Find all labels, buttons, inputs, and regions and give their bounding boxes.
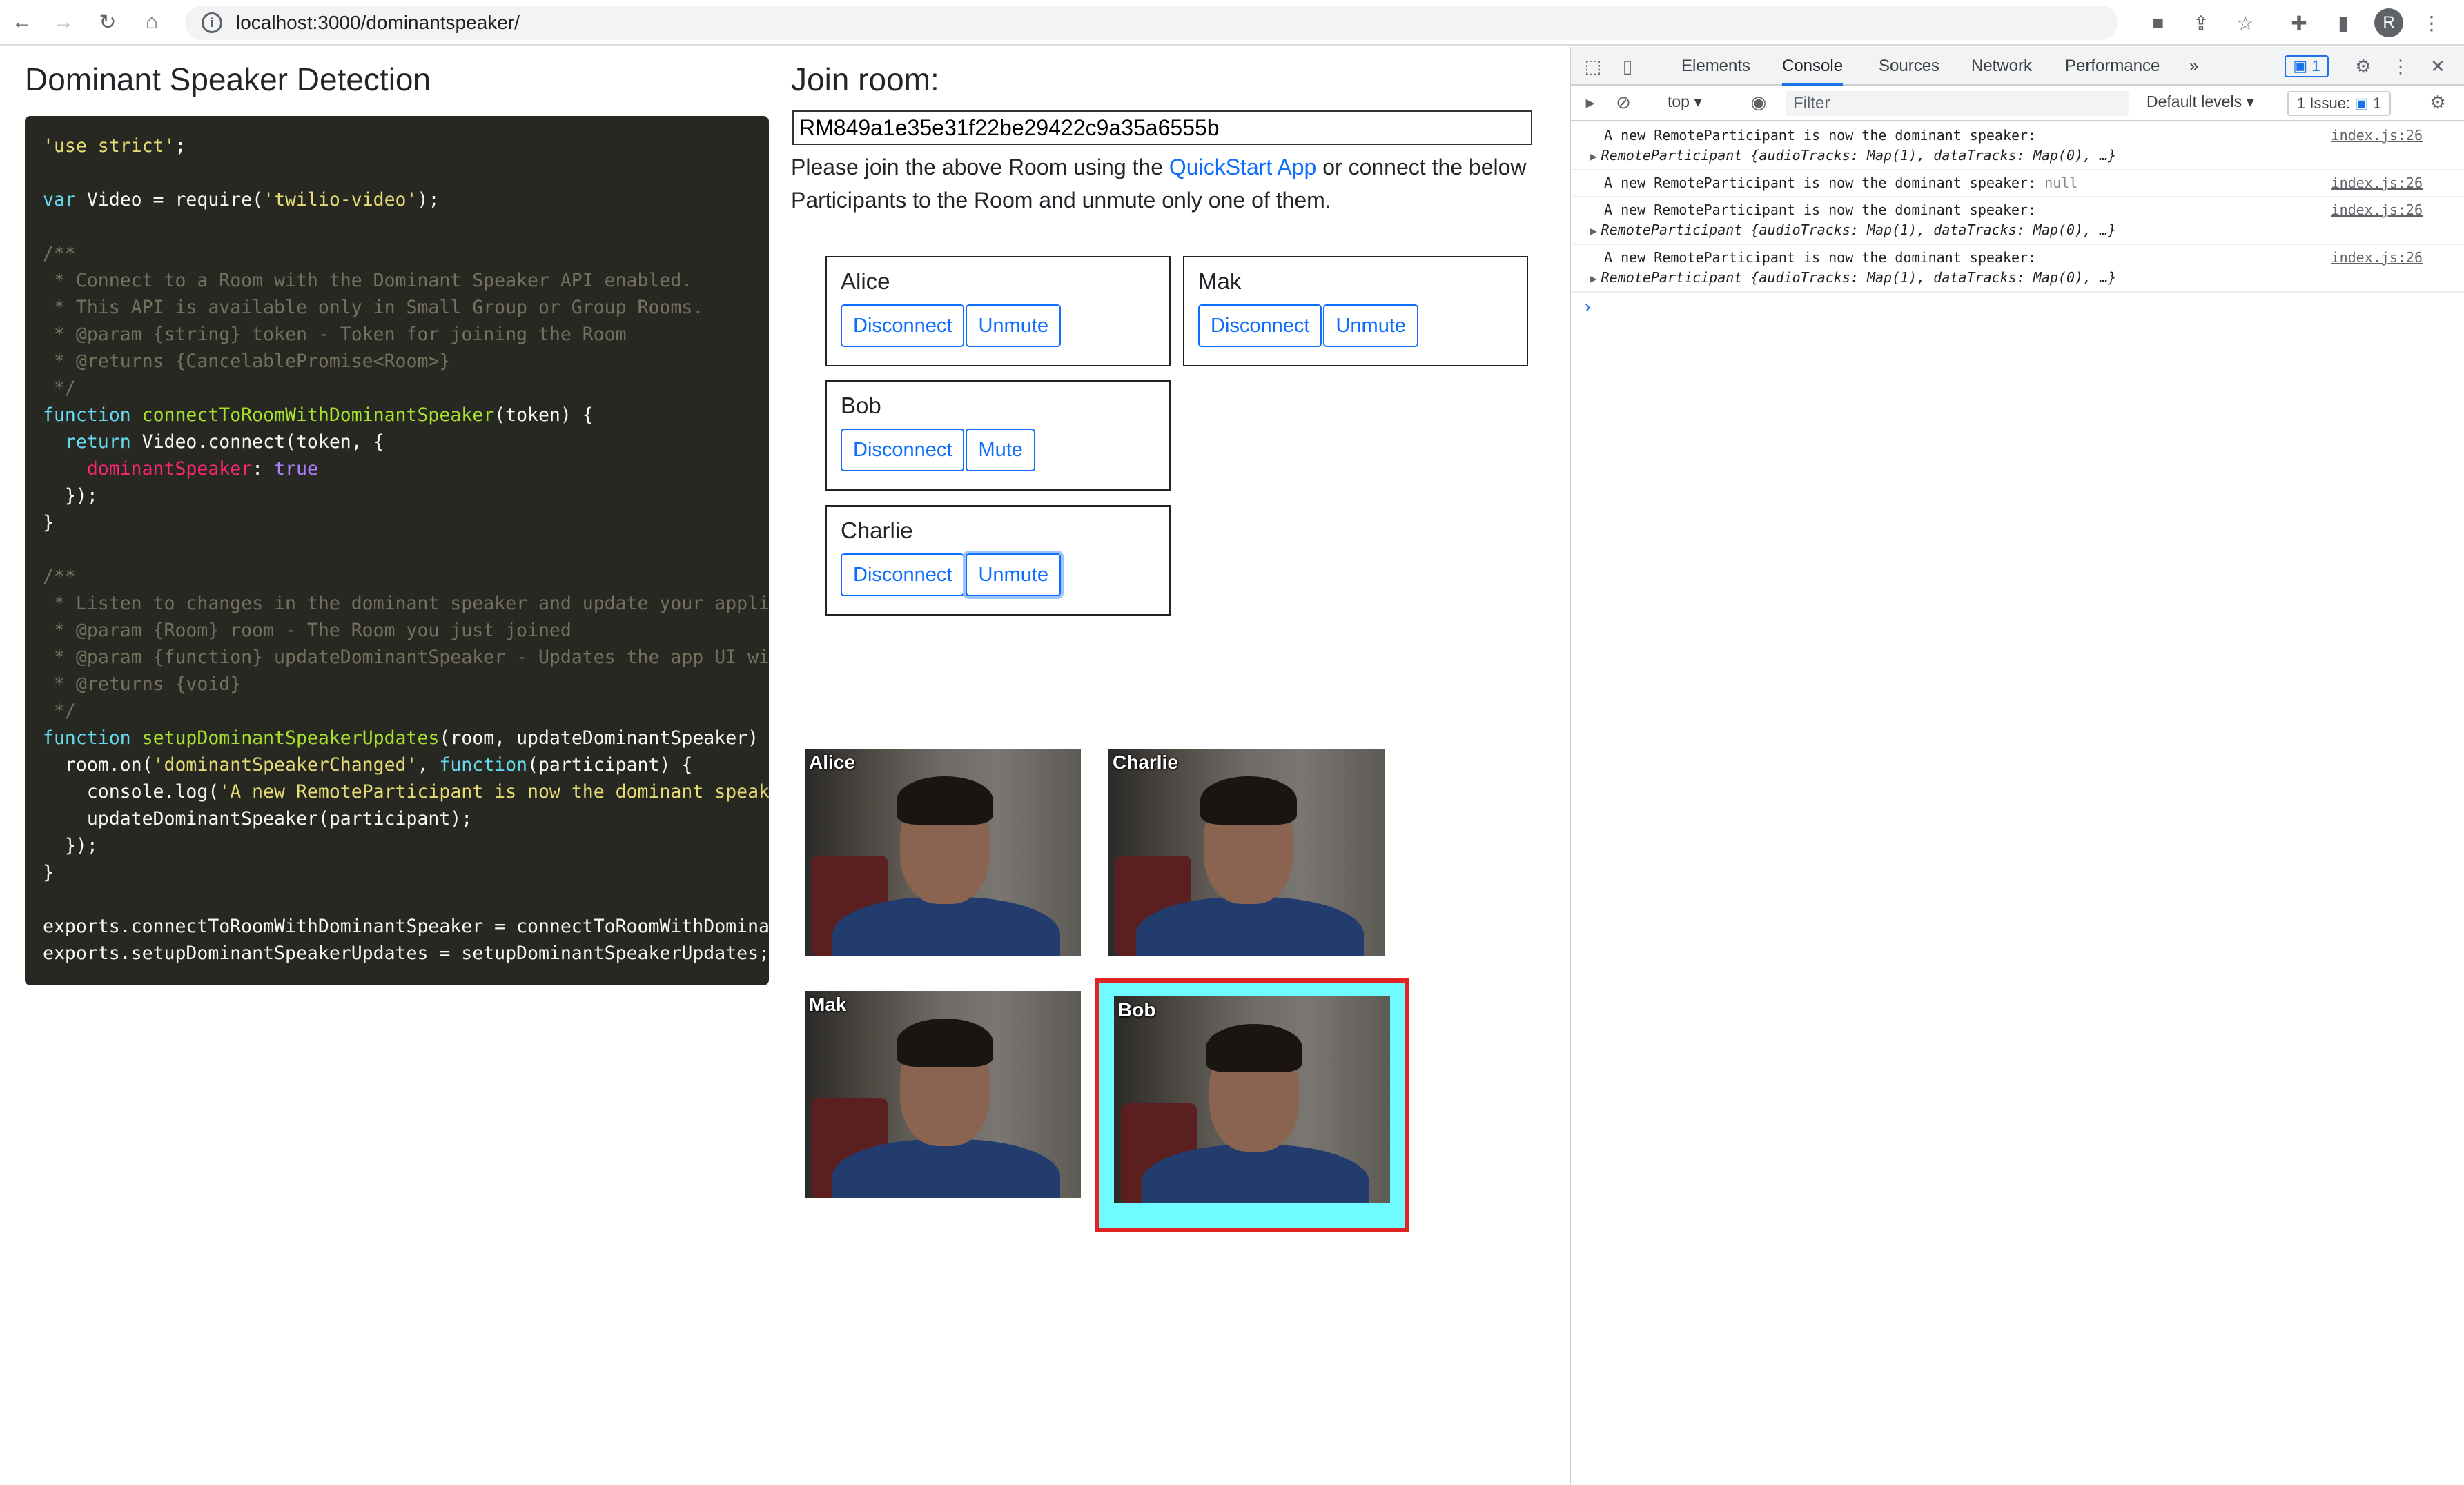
- source-link[interactable]: index.js:26: [2331, 248, 2423, 268]
- unmute-button[interactable]: Unmute: [966, 304, 1062, 347]
- room-sid-input[interactable]: [792, 110, 1532, 145]
- participant-card-charlie: Charlie Disconnect Unmute: [825, 505, 1171, 616]
- issues-button[interactable]: 1 Issue: ▣ 1: [2287, 91, 2392, 116]
- expand-triangle-icon[interactable]: ▶: [1590, 224, 1597, 237]
- more-tabs-icon[interactable]: »: [2189, 47, 2198, 86]
- messages-badge[interactable]: ▣ 1: [2285, 55, 2329, 77]
- console-message: A new RemoteParticipant is now the domin…: [1571, 170, 2464, 197]
- participant-name: Mak: [1198, 268, 1242, 294]
- bookmark-star-icon[interactable]: ☆: [2232, 10, 2258, 36]
- site-info-icon[interactable]: i: [202, 12, 222, 33]
- console-toolbar: ▸ ⊘ top ▾ ◉ Filter Default levels ▾ 1 Is…: [1571, 86, 2464, 121]
- browser-menu-icon[interactable]: ⋮: [2418, 10, 2445, 36]
- video-label: Mak: [809, 994, 847, 1015]
- participant-name: Charlie: [841, 518, 913, 543]
- unmute-button[interactable]: Unmute: [1323, 304, 1419, 347]
- participant-name: Bob: [841, 393, 881, 418]
- device-toolbar-icon[interactable]: ▯: [1616, 55, 1639, 77]
- issues-count: 1: [2373, 95, 2382, 112]
- expand-triangle-icon[interactable]: ▶: [1590, 272, 1597, 285]
- console-messages: A new RemoteParticipant is now the domin…: [1571, 123, 2464, 320]
- context-select[interactable]: top ▾: [1668, 92, 1702, 111]
- message-object[interactable]: RemoteParticipant {audioTracks: Map(1), …: [1601, 269, 2117, 286]
- console-prompt[interactable]: ›: [1571, 293, 2464, 320]
- video-tile-mak: Mak: [805, 991, 1081, 1198]
- participant-card-mak: Mak Disconnect Unmute: [1183, 256, 1528, 366]
- source-link[interactable]: index.js:26: [2331, 200, 2423, 220]
- message-text: A new RemoteParticipant is now the domin…: [1604, 175, 2037, 191]
- tab-elements[interactable]: Elements: [1681, 47, 1750, 86]
- messages-count: 1: [2311, 57, 2320, 75]
- expand-triangle-icon[interactable]: ▶: [1590, 150, 1597, 163]
- video-label: Charlie: [1113, 751, 1178, 773]
- devtools-menu-icon[interactable]: ⋮: [2389, 55, 2412, 77]
- unmute-button[interactable]: Unmute: [966, 553, 1062, 596]
- quickstart-app-link[interactable]: QuickStart App: [1169, 155, 1316, 179]
- console-message: A new RemoteParticipant is now the domin…: [1571, 123, 2464, 170]
- video-label: Bob: [1118, 999, 1156, 1021]
- extensions-icon[interactable]: ✚: [2286, 10, 2312, 36]
- video-tile-bob: Bob: [1114, 996, 1390, 1203]
- message-icon: ▣: [2293, 57, 2308, 75]
- disconnect-button[interactable]: Disconnect: [841, 304, 965, 347]
- join-room-title: Join room:: [791, 61, 939, 97]
- issues-label: 1 Issue:: [2297, 95, 2351, 112]
- message-value: null: [2044, 175, 2078, 191]
- tab-performance[interactable]: Performance: [2065, 47, 2160, 86]
- reload-icon[interactable]: ↻: [94, 8, 121, 36]
- side-panel-icon[interactable]: ▮: [2330, 10, 2356, 36]
- console-message: A new RemoteParticipant is now the domin…: [1571, 197, 2464, 245]
- video-label: Alice: [809, 751, 855, 773]
- home-icon[interactable]: ⌂: [138, 8, 166, 36]
- instructions: Please join the above Room using the Qui…: [791, 150, 1543, 217]
- console-message: A new RemoteParticipant is now the domin…: [1571, 245, 2464, 293]
- devtools-tabbar: ⬚ ▯ Elements Console Sources Network Per…: [1571, 47, 2464, 86]
- source-link[interactable]: index.js:26: [2331, 173, 2423, 193]
- mute-button[interactable]: Mute: [966, 429, 1035, 471]
- issues-icon: ▣: [2354, 95, 2369, 112]
- console-filter-input[interactable]: Filter: [1786, 91, 2129, 116]
- page-content: Dominant Speaker Detection 'use strict';…: [0, 47, 1568, 1485]
- participant-card-alice: Alice Disconnect Unmute: [825, 256, 1171, 366]
- source-link[interactable]: index.js:26: [2331, 126, 2423, 146]
- clear-console-icon[interactable]: ⊘: [1612, 91, 1634, 113]
- camera-icon[interactable]: ■: [2145, 10, 2171, 36]
- address-bar[interactable]: i localhost:3000/dominantspeaker/: [185, 6, 2118, 40]
- code-block: 'use strict'; var Video = require('twili…: [25, 116, 769, 985]
- tab-network[interactable]: Network: [1971, 47, 2032, 86]
- settings-gear-icon[interactable]: ⚙: [2352, 55, 2374, 77]
- disconnect-button[interactable]: Disconnect: [841, 429, 965, 471]
- browser-toolbar: ← → ↻ ⌂ i localhost:3000/dominantspeaker…: [0, 0, 2464, 46]
- disconnect-button[interactable]: Disconnect: [1198, 304, 1322, 347]
- participant-card-bob: Bob Disconnect Mute: [825, 380, 1171, 491]
- sidebar-toggle-icon[interactable]: ▸: [1579, 91, 1601, 113]
- back-icon[interactable]: ←: [8, 8, 36, 36]
- instructions-text: Please join the above Room using the: [791, 155, 1169, 179]
- log-levels-value: Default levels: [2147, 92, 2242, 110]
- inspect-element-icon[interactable]: ⬚: [1582, 55, 1604, 77]
- console-settings-gear-icon[interactable]: ⚙: [2427, 91, 2449, 113]
- tab-console[interactable]: Console: [1782, 47, 1844, 86]
- forward-icon[interactable]: →: [50, 8, 77, 36]
- live-expression-eye-icon[interactable]: ◉: [1748, 91, 1770, 113]
- close-devtools-icon[interactable]: ✕: [2427, 55, 2449, 77]
- disconnect-button[interactable]: Disconnect: [841, 553, 965, 596]
- tab-sources[interactable]: Sources: [1879, 47, 1939, 86]
- log-levels-select[interactable]: Default levels ▾: [2147, 92, 2254, 111]
- page-title: Dominant Speaker Detection: [25, 61, 431, 97]
- message-object[interactable]: RemoteParticipant {audioTracks: Map(1), …: [1601, 222, 2117, 238]
- address-url: localhost:3000/dominantspeaker/: [236, 12, 520, 33]
- video-tile-alice: Alice: [805, 749, 1081, 956]
- devtools-panel: ⬚ ▯ Elements Console Sources Network Per…: [1570, 47, 2464, 1485]
- context-value: top: [1668, 92, 1690, 110]
- participant-name: Alice: [841, 268, 890, 294]
- video-tile-charlie: Charlie: [1108, 749, 1385, 956]
- profile-avatar[interactable]: R: [2374, 8, 2403, 37]
- share-icon[interactable]: ⇪: [2188, 10, 2214, 36]
- message-object[interactable]: RemoteParticipant {audioTracks: Map(1), …: [1601, 147, 2117, 164]
